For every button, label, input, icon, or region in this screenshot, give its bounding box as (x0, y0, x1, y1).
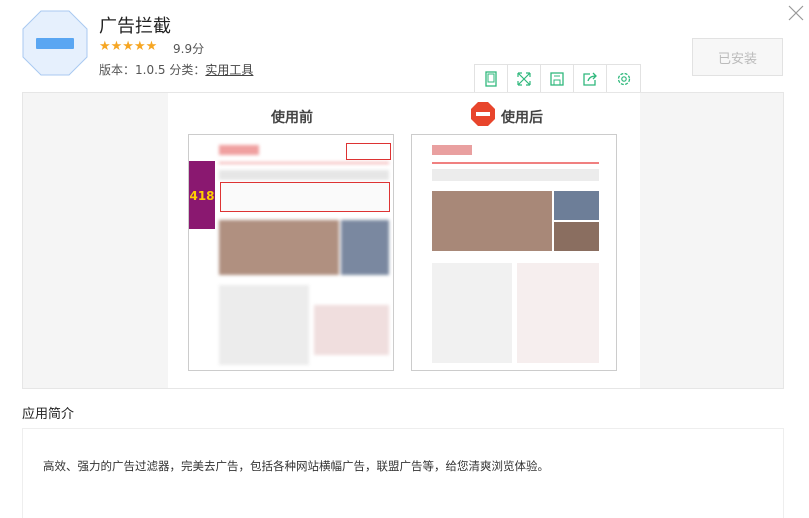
settings-button[interactable] (607, 65, 640, 93)
version-value: 1.0.5 (135, 63, 166, 77)
save-button[interactable] (541, 65, 574, 93)
stop-icon (471, 102, 495, 126)
save-icon (550, 72, 564, 86)
ad-banner: 418 (189, 161, 215, 229)
intro-description: 高效、强力的广告过滤器，完美去广告，包括各种网站横幅广告，联盟广告等，给您清爽浏… (43, 459, 549, 473)
close-icon[interactable] (786, 3, 806, 23)
rating-score: 9.9分 (173, 42, 205, 56)
after-panel (411, 134, 617, 371)
screenshot-image: 使用前 使用后 418 (168, 93, 640, 388)
share-button[interactable] (574, 65, 607, 93)
before-panel: 418 (188, 134, 394, 371)
intro-title: 应用简介 (22, 407, 75, 422)
screenshot-toolbar (474, 64, 641, 93)
tablet-icon (485, 71, 497, 87)
installed-button[interactable]: 已安装 (692, 38, 783, 76)
before-label: 使用前 (271, 110, 313, 126)
fullscreen-button[interactable] (508, 65, 541, 93)
app-icon (22, 10, 88, 76)
category-label: 分类： (169, 63, 206, 77)
screenshot-gallery[interactable]: 使用前 使用后 418 (22, 92, 784, 389)
after-label: 使用后 (501, 110, 543, 126)
version-label: 版本： (99, 63, 136, 77)
share-icon (583, 72, 597, 86)
app-title: 广告拦截 (99, 16, 171, 37)
category-link[interactable]: 实用工具 (205, 63, 253, 77)
fullscreen-icon (517, 72, 531, 86)
tablet-button[interactable] (475, 65, 508, 93)
rating-stars: ★★★★★ (99, 39, 158, 54)
app-meta: 版本：1.0.5 分类：实用工具 (99, 61, 253, 78)
settings-icon (617, 72, 630, 86)
